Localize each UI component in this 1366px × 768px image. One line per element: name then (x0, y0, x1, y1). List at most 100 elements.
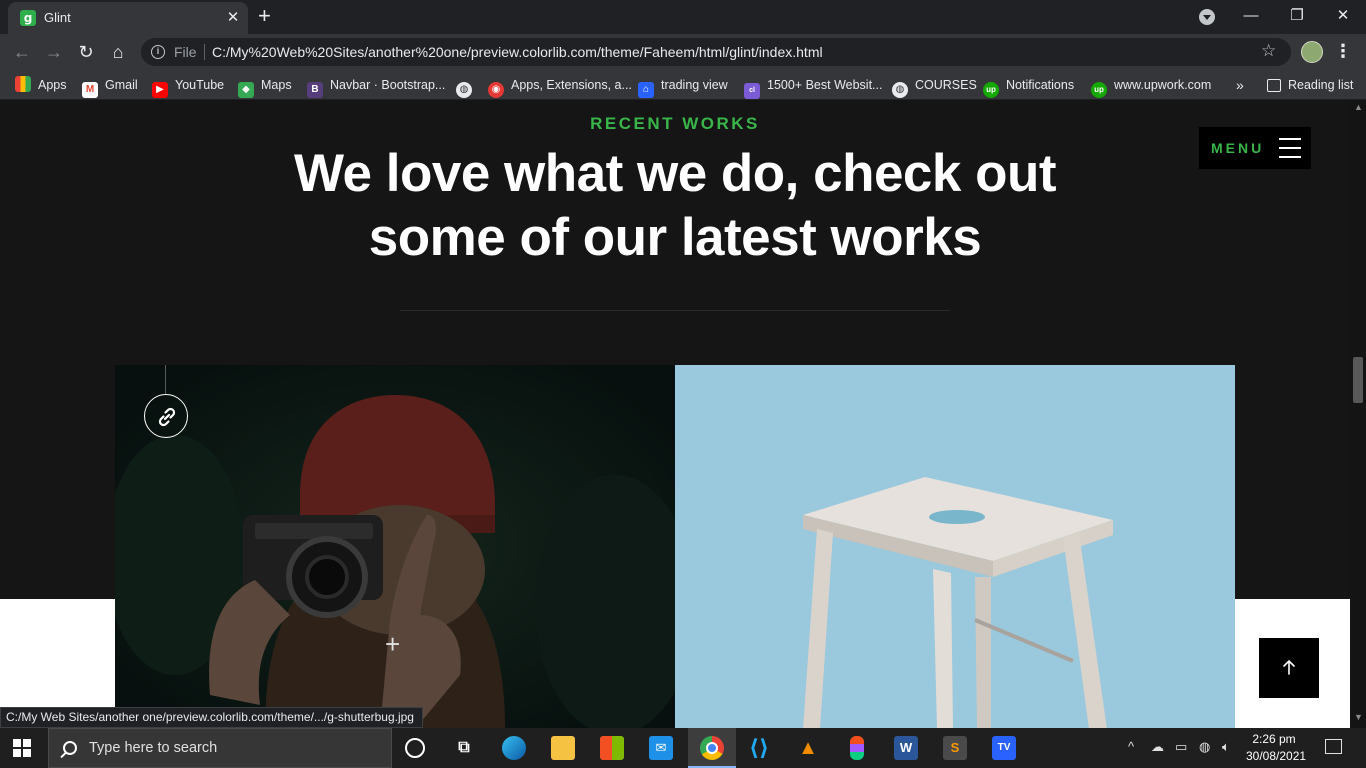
sublime-text-icon[interactable]: S (943, 736, 967, 760)
file-label: File (174, 44, 197, 60)
work-item-stool[interactable] (675, 365, 1235, 728)
url-text[interactable]: C:/My%20Web%20Sites/another%20one/previe… (212, 44, 823, 60)
gmail-icon: M (82, 82, 98, 98)
network-globe-icon[interactable]: ◍ (1199, 739, 1210, 755)
restore-button[interactable]: ❐ (1274, 4, 1320, 28)
close-window-button[interactable]: ✕ (1320, 4, 1366, 28)
menu-toggle-button[interactable]: MENU (1199, 127, 1311, 169)
link-status-bubble: C:/My Web Sites/another one/preview.colo… (0, 707, 423, 728)
taskbar-search-placeholder: Type here to search (89, 740, 218, 756)
tray-overflow-icon[interactable]: ^ (1128, 739, 1134, 754)
maps-icon: ◆ (238, 82, 254, 98)
bookmark-notifications[interactable]: up Notifications (983, 76, 1074, 98)
section-eyebrow: RECENT WORKS (590, 114, 760, 133)
site-info-icon[interactable]: i (151, 45, 165, 59)
page-viewport: RECENT WORKS We love what we do, check o… (0, 100, 1350, 728)
tradingview-icon: ⌂ (638, 82, 654, 98)
colorlib-icon: cl (744, 83, 760, 99)
section-headline: We love what we do, check out some of ou… (0, 142, 1350, 270)
headline-line-1: We love what we do, check out (293, 144, 1057, 203)
bookmark-bootstrap[interactable]: B Navbar · Bootstrap... (307, 76, 445, 98)
windows-start-icon[interactable] (13, 739, 31, 757)
browser-toolbar: ← → ↻ ⌂ i File C:/My%20Web%20Sites/anoth… (0, 34, 1366, 70)
photographer-image (115, 365, 675, 728)
bookmark-apps-extensions[interactable]: ◉ Apps, Extensions, a... (488, 76, 632, 98)
headline-line-2: some of our latest works (368, 208, 982, 267)
taskbar-clock[interactable]: 2:26 pm 30/08/2021 (1246, 731, 1307, 765)
reading-list-icon (1267, 79, 1281, 92)
stool-image (675, 365, 1235, 728)
bookmark-trading-view[interactable]: ⌂ trading view (638, 76, 728, 98)
browser-tab-glint[interactable]: g Glint ✕ (8, 2, 248, 34)
youtube-icon: ▶ (152, 82, 168, 98)
windows-taskbar: Type here to search ⧉ ✉ ⟨⟩ ▲ W S TV ^ ☁ … (0, 728, 1366, 768)
vscode-icon[interactable]: ⟨⟩ (747, 736, 771, 760)
clock-time: 2:26 pm (1252, 732, 1296, 746)
address-bar[interactable]: i File C:/My%20Web%20Sites/another%20one… (141, 38, 1291, 66)
glint-favicon-icon: g (20, 10, 36, 26)
task-view-icon[interactable]: ⧉ (452, 736, 476, 760)
link-button[interactable] (144, 394, 188, 438)
link-connector-line (165, 365, 166, 395)
page-scrollbar[interactable]: ▲ ▼ (1350, 100, 1366, 728)
file-explorer-icon[interactable] (551, 736, 575, 760)
bookmark-colorlib[interactable]: cl 1500+ Best Websit... (744, 76, 882, 99)
new-tab-button[interactable]: + (258, 5, 271, 27)
bookmark-youtube[interactable]: ▶ YouTube (152, 76, 224, 98)
link-icon (158, 407, 176, 427)
apps-grid-icon (15, 76, 31, 92)
back-icon[interactable]: ← (9, 39, 35, 65)
taskbar-chrome-active[interactable] (688, 728, 736, 768)
bookmark-star-icon[interactable]: ☆ (1261, 41, 1276, 61)
browser-menu-icon[interactable]: ⋮ (1334, 39, 1352, 63)
expand-plus-icon[interactable]: + (385, 631, 400, 657)
minimize-button[interactable]: — (1228, 4, 1274, 28)
battery-icon[interactable]: ▭ (1175, 739, 1187, 755)
hamburger-icon (1279, 138, 1301, 158)
bookmark-gmail[interactable]: M Gmail (82, 76, 138, 98)
tab-search-icon[interactable] (1199, 9, 1215, 25)
globe-icon: ◍ (456, 82, 472, 98)
upwork-icon: up (1091, 82, 1107, 98)
bookmark-upwork[interactable]: up www.upwork.com (1091, 76, 1211, 98)
scroll-down-icon[interactable]: ▼ (1354, 712, 1363, 722)
bootstrap-icon: B (307, 82, 323, 98)
tradingview-taskbar-icon[interactable]: TV (992, 736, 1016, 760)
notification-center-icon[interactable] (1325, 739, 1342, 754)
omnibox-separator (204, 44, 205, 60)
apps-extensions-icon: ◉ (488, 82, 504, 98)
chrome-icon (700, 736, 724, 760)
profile-avatar[interactable] (1301, 41, 1323, 63)
microsoft-store-icon[interactable] (600, 736, 624, 760)
onedrive-icon[interactable]: ☁ (1151, 739, 1164, 755)
browser-title-bar: g Glint ✕ + — ❐ ✕ (0, 0, 1366, 34)
forward-icon[interactable]: → (41, 39, 67, 65)
tab-title: Glint (44, 10, 71, 25)
back-to-top-button[interactable] (1259, 638, 1319, 698)
globe-icon: ◍ (892, 82, 908, 98)
cortana-icon[interactable] (405, 738, 425, 758)
volume-icon[interactable]: 🔈︎ (1222, 739, 1230, 755)
edge-icon[interactable] (502, 736, 526, 760)
clock-date: 30/08/2021 (1246, 749, 1307, 763)
reload-icon[interactable]: ↻ (73, 39, 99, 65)
scroll-up-icon[interactable]: ▲ (1354, 102, 1363, 112)
taskbar-search-box[interactable]: Type here to search (48, 728, 392, 768)
home-icon[interactable]: ⌂ (105, 39, 131, 65)
tab-close-icon[interactable]: ✕ (224, 9, 242, 27)
reading-list-button[interactable]: Reading list (1267, 76, 1353, 94)
bookmark-courses[interactable]: ◍ COURSES (892, 76, 977, 98)
vlc-icon[interactable]: ▲ (796, 736, 820, 760)
scrollbar-thumb[interactable] (1353, 357, 1363, 403)
bookmark-globe[interactable]: ◍ (456, 76, 479, 98)
bookmark-apps[interactable]: Apps (15, 76, 67, 94)
arrow-up-icon (1283, 659, 1295, 675)
bookmarks-overflow-icon[interactable]: » (1236, 76, 1244, 94)
word-icon[interactable]: W (894, 736, 918, 760)
figma-icon[interactable] (850, 736, 864, 760)
mail-icon[interactable]: ✉ (649, 736, 673, 760)
work-item-photographer[interactable]: + (115, 365, 675, 728)
bookmarks-bar: Apps M Gmail ▶ YouTube ◆ Maps B Navbar · Boo… (0, 70, 1366, 100)
bookmark-maps[interactable]: ◆ Maps (238, 76, 292, 98)
section-divider (400, 310, 950, 311)
